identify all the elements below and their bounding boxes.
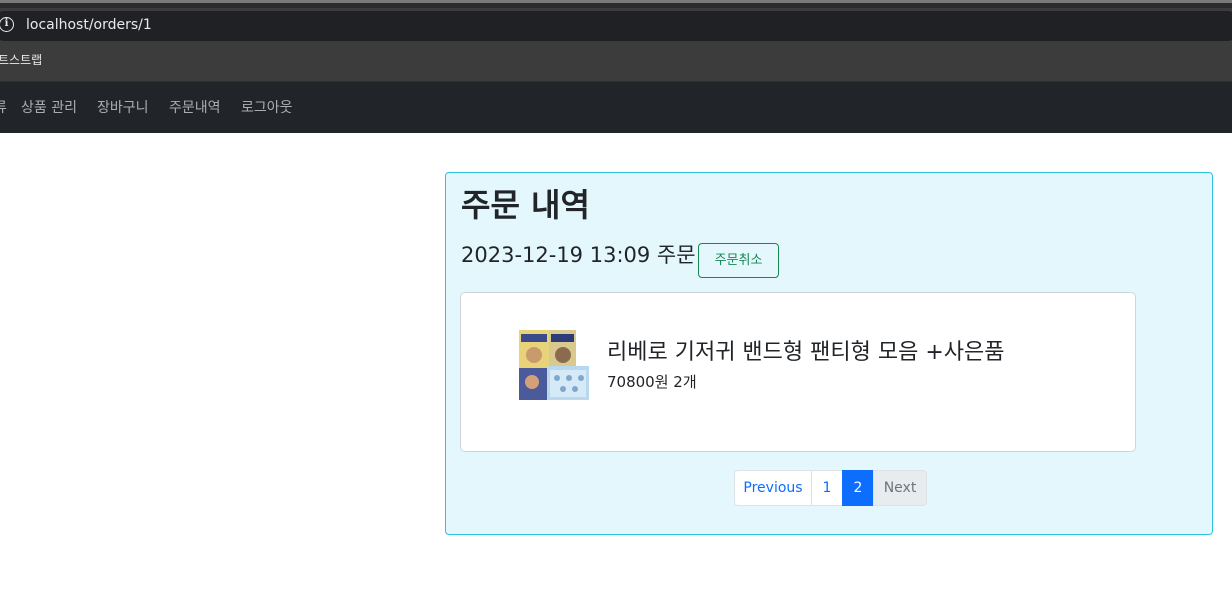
pagination-page-1[interactable]: 1 [811,470,843,506]
page-title: 주문 내역 [461,186,590,224]
nav-item-orders[interactable]: 주문내역 [169,99,221,117]
bookmarks-bar: 트스트랩 [0,42,1232,82]
diaper-package-image [519,330,589,400]
nav-item-category[interactable]: 류 [0,99,7,117]
nav-item-cart[interactable]: 장바구니 [97,99,149,117]
address-bar: i localhost/orders/1 [0,8,1232,42]
order-item: 리베로 기저귀 밴드형 팬티형 모음 +사은품 70800원 2개 [460,292,1136,452]
product-name: 리베로 기저귀 밴드형 팬티형 모음 +사은품 [607,340,1005,365]
order-date: 2023-12-19 13:09 주문 [461,243,696,267]
nav-item-logout[interactable]: 로그아웃 [241,99,293,117]
order-history-card: 주문 내역 2023-12-19 13:09 주문 주문취소 리베로 기저귀 밴… [445,172,1213,535]
tab-edge [0,0,1232,3]
pagination: Previous 1 2 Next [734,470,927,506]
pagination-next: Next [873,470,927,506]
bookmark-item[interactable]: 트스트랩 [0,52,42,68]
omnibox[interactable] [0,11,1232,41]
nav-item-product-management[interactable]: 상품 관리 [21,99,77,117]
pagination-previous[interactable]: Previous [734,470,812,506]
pagination-page-2[interactable]: 2 [842,470,874,506]
site-navbar: 류 상품 관리 장바구니 주문내역 로그아웃 [0,82,1232,133]
url-text[interactable]: localhost/orders/1 [26,16,152,34]
product-price-quantity: 70800원 2개 [607,373,697,391]
cancel-order-button[interactable]: 주문취소 [698,243,779,278]
browser-tab-strip [0,0,1232,8]
